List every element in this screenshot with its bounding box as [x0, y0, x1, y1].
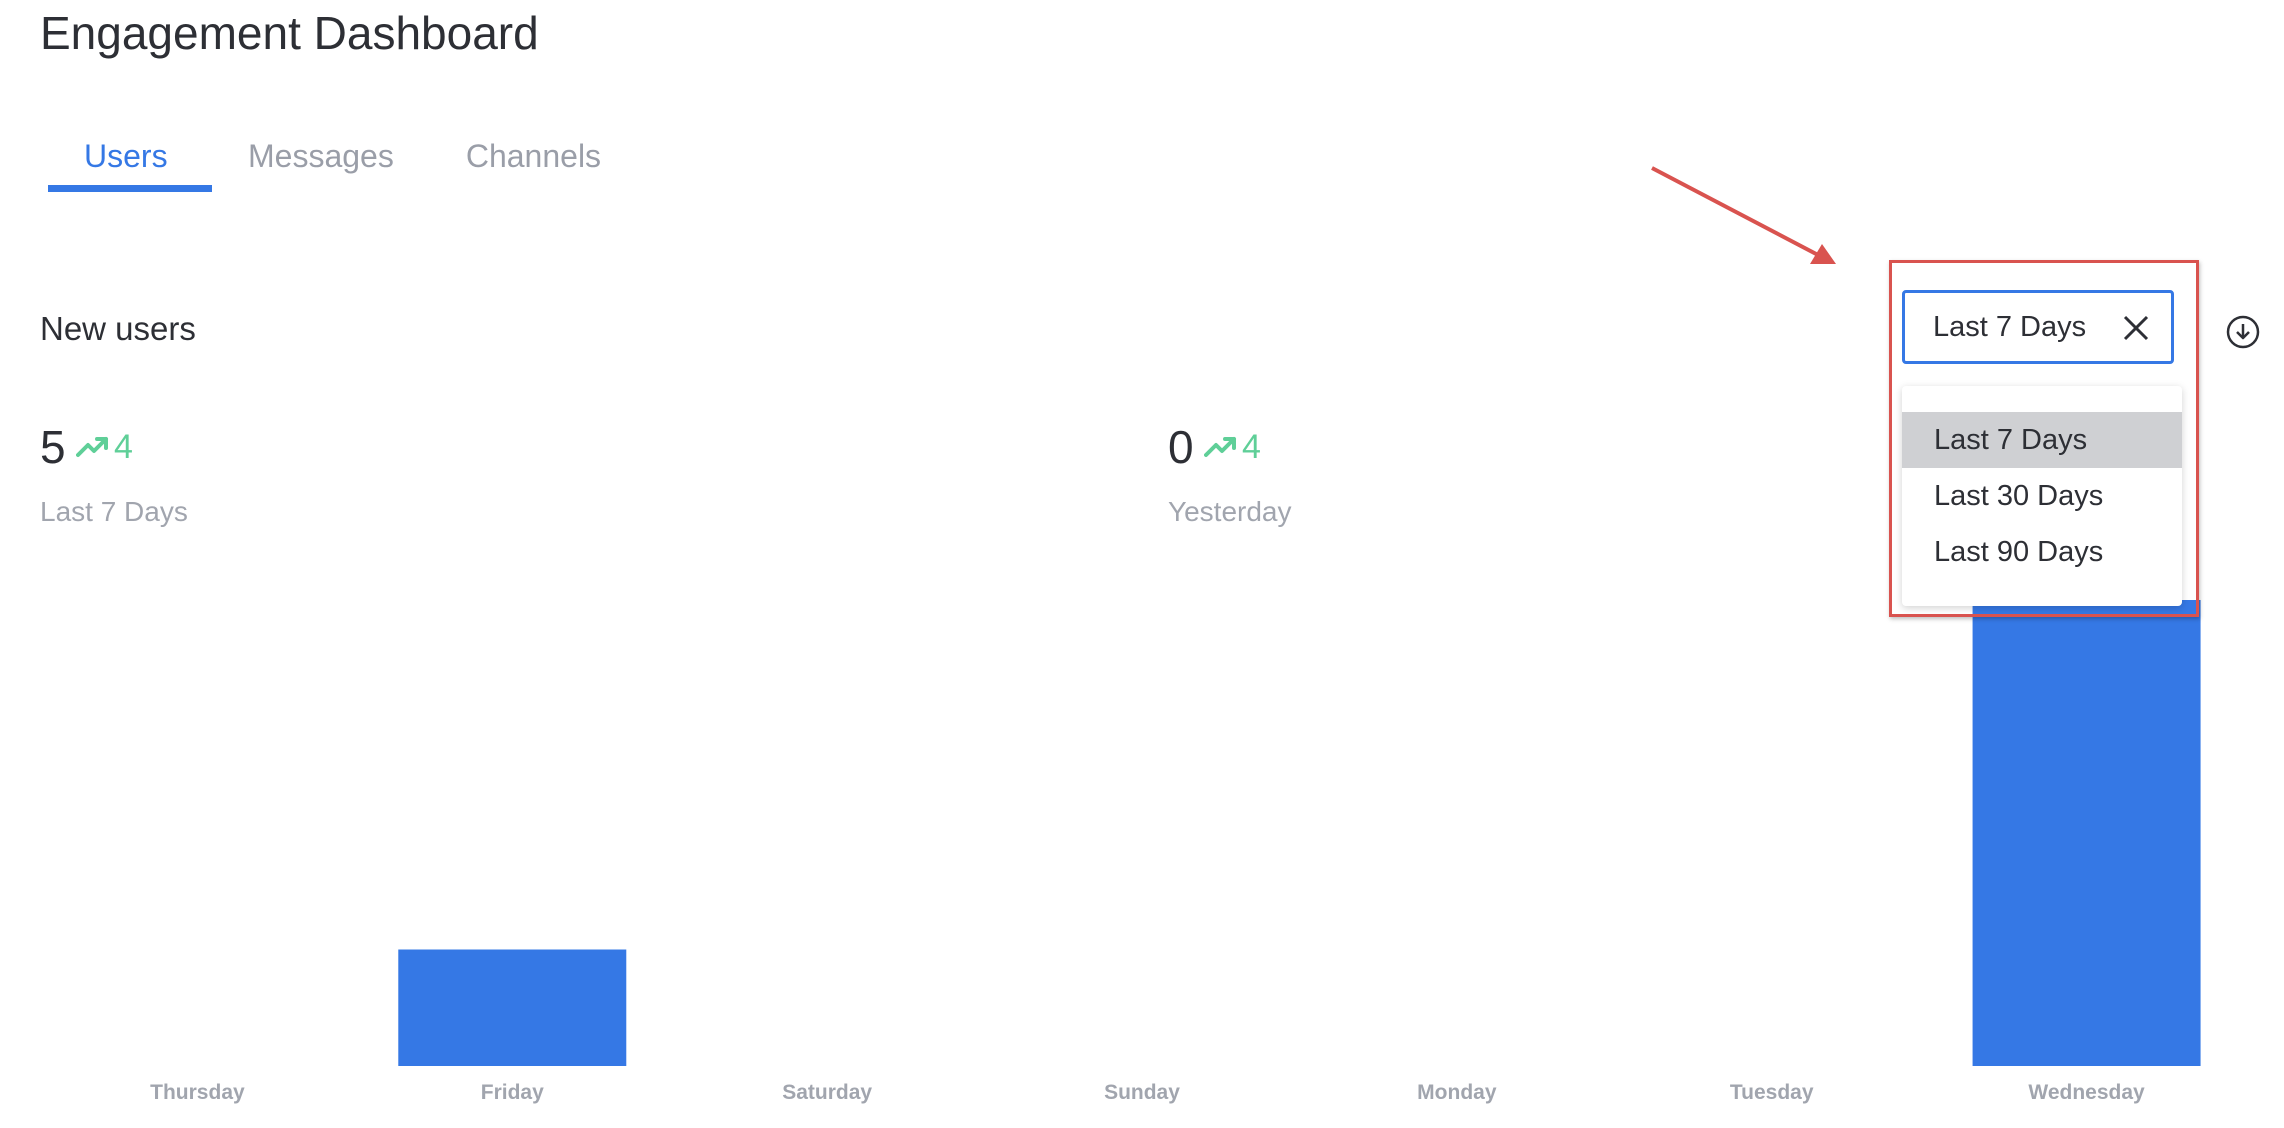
stat-value: 0: [1168, 421, 1194, 473]
stat-label: Yesterday: [1168, 496, 1292, 527]
bar-friday: [398, 949, 627, 1066]
stat-label: Last 7 Days: [40, 496, 188, 527]
tab-bar: Users Messages Channels: [48, 128, 637, 192]
x-tick-label: Thursday: [150, 1081, 245, 1104]
period-select-value: Last 7 Days: [1933, 310, 2087, 343]
stat-trend: 4: [1204, 428, 1261, 467]
option-last-30-days[interactable]: Last 30 Days: [1902, 468, 2182, 524]
close-icon[interactable]: [2119, 311, 2153, 345]
tab-users[interactable]: Users: [48, 128, 212, 192]
annotation-arrow: [1651, 166, 1836, 264]
period-dropdown: Last 7 Days Last 30 Days Last 90 Days: [1902, 386, 2182, 606]
trending-up-icon: [76, 437, 109, 457]
trending-up-icon: [1204, 437, 1237, 457]
x-tick-label: Saturday: [782, 1081, 872, 1104]
download-icon[interactable]: [2226, 315, 2260, 349]
x-tick-label: Wednesday: [2028, 1081, 2145, 1104]
stat-trend-value: 4: [1242, 427, 1261, 466]
page-title: Engagement Dashboard: [40, 7, 539, 59]
stat-value: 5: [40, 421, 66, 473]
x-tick-label: Tuesday: [1730, 1081, 1814, 1104]
period-select[interactable]: Last 7 Days: [1902, 290, 2174, 364]
x-tick-label: Friday: [481, 1081, 544, 1104]
stat-yesterday: 0 4 Yesterday: [1168, 420, 1292, 528]
bar-wednesday: [1972, 600, 2201, 1066]
x-tick-label: Monday: [1417, 1081, 1497, 1104]
x-tick-label: Sunday: [1104, 1081, 1180, 1104]
option-last-7-days[interactable]: Last 7 Days: [1902, 412, 2182, 468]
tab-channels[interactable]: Channels: [430, 128, 637, 192]
option-last-90-days[interactable]: Last 90 Days: [1902, 524, 2182, 580]
stat-trend: 4: [76, 428, 133, 467]
tab-messages[interactable]: Messages: [212, 128, 430, 192]
section-title: New users: [40, 310, 196, 347]
stat-last-7-days: 5 4 Last 7 Days: [40, 420, 188, 528]
stat-trend-value: 4: [114, 427, 133, 466]
new-users-bar-chart: Thursday Friday Saturday Sunday Monday Tuesda…: [150, 600, 2201, 1104]
